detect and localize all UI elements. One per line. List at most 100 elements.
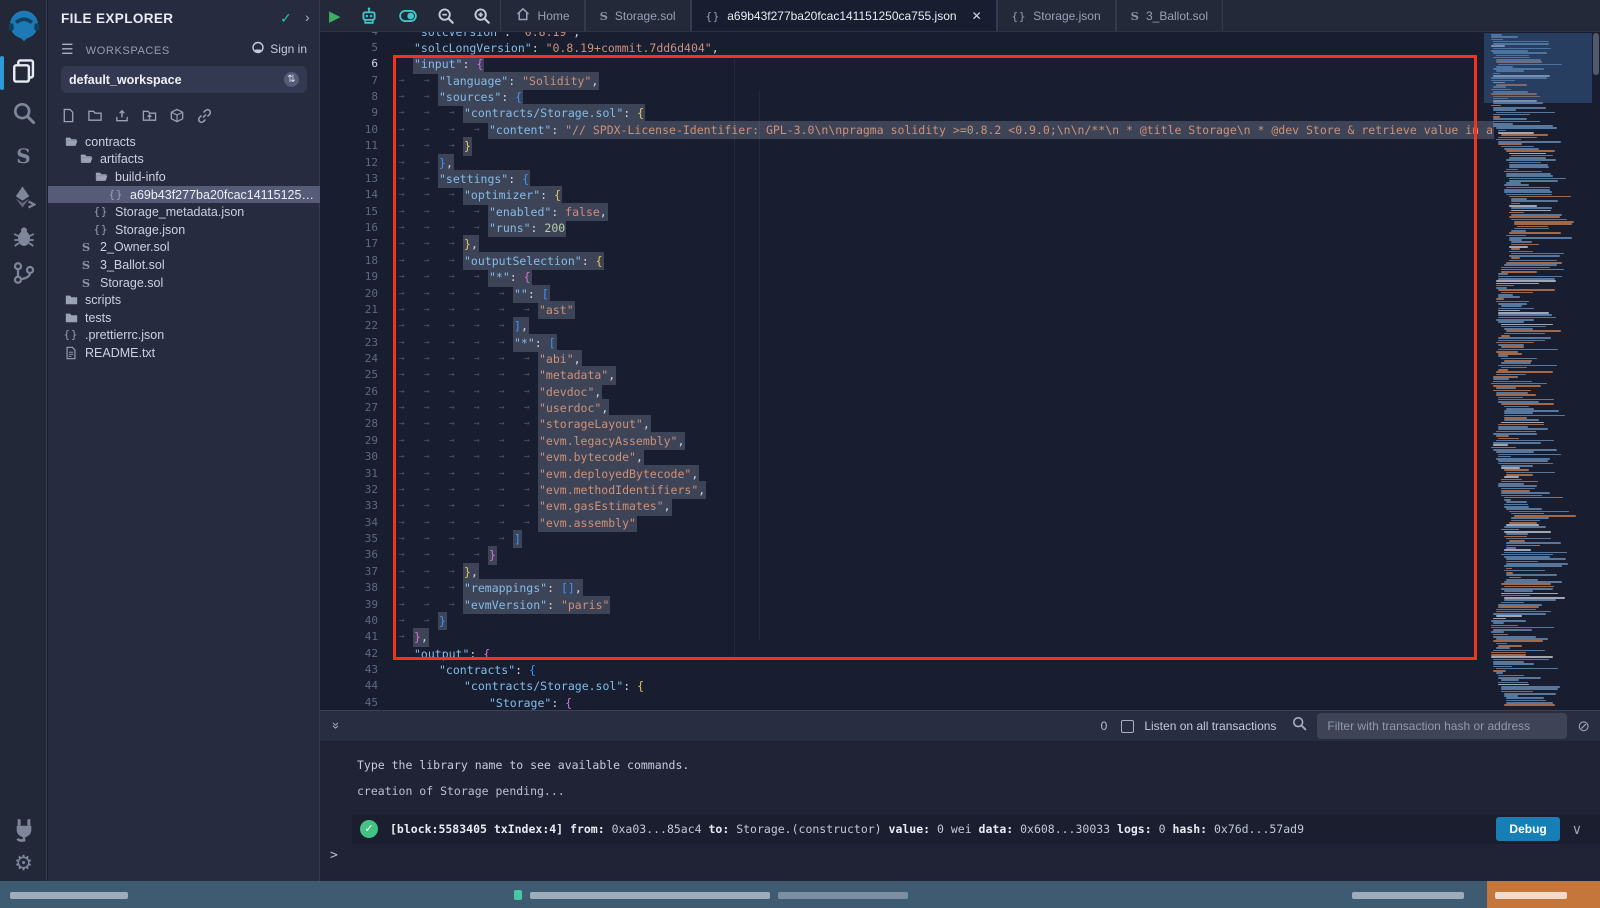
tree-item-tests[interactable]: tests (48, 309, 320, 327)
code-line-15[interactable]: 15→→→→"enabled": false, (320, 204, 1484, 220)
tree-item-readme-txt[interactable]: README.txt (48, 344, 320, 362)
code-line-27[interactable]: 27→→→→→→"userdoc", (320, 400, 1484, 416)
file-explorer-icon[interactable] (0, 56, 47, 86)
plugin-manager-icon[interactable] (0, 815, 47, 843)
code-line-43[interactable]: 43"contracts": { (320, 662, 1484, 678)
minimap-line (1501, 362, 1531, 364)
toggle-icon[interactable] (388, 0, 428, 31)
status-orange-badge[interactable] (1487, 881, 1600, 908)
tree-item-scripts[interactable]: scripts (48, 291, 320, 309)
code-line-33[interactable]: 33→→→→→→"evm.gasEstimates", (320, 498, 1484, 514)
tree-item--prettierrc-json[interactable]: {}.prettierrc.json (48, 327, 320, 345)
tab-home[interactable]: Home (500, 0, 585, 31)
sign-in-button[interactable]: Sign in (251, 41, 307, 57)
code-line-19[interactable]: 19→→→→"*": { (320, 269, 1484, 285)
terminal-prompt[interactable]: > (330, 848, 338, 863)
code-line-21[interactable]: 21→→→→→→"ast" (320, 302, 1484, 318)
workspace-selector[interactable]: default_workspace ⇅ (61, 66, 307, 93)
code-line-14[interactable]: 14→→→"optimizer": { (320, 187, 1484, 203)
deploy-run-icon[interactable] (0, 184, 47, 210)
code-line-35[interactable]: 35→→→→→] (320, 531, 1484, 547)
code-line-10[interactable]: 10→→→→"content": "// SPDX-License-Identi… (320, 122, 1484, 138)
code-line-18[interactable]: 18→→→"outputSelection": { (320, 253, 1484, 269)
code-line-17[interactable]: 17→→→}, (320, 236, 1484, 252)
code-line-13[interactable]: 13→→"settings": { (320, 171, 1484, 187)
code-line-36[interactable]: 36→→→→} (320, 547, 1484, 563)
close-tab-icon[interactable]: ✕ (972, 9, 982, 23)
vertical-scrollbar[interactable] (1593, 33, 1599, 75)
settings-icon[interactable]: ⚙ (0, 850, 47, 876)
code-line-25[interactable]: 25→→→→→→"metadata", (320, 367, 1484, 383)
expand-transaction-icon[interactable]: ∨ (1572, 821, 1582, 838)
solidity-compiler-icon[interactable]: S (0, 143, 47, 169)
new-file-icon[interactable] (61, 108, 76, 129)
debug-button[interactable]: Debug (1496, 817, 1559, 841)
code-line-23[interactable]: 23→→→→→"*": [ (320, 335, 1484, 351)
tree-item-storage-sol[interactable]: SStorage.sol (48, 274, 320, 292)
code-line-5[interactable]: 5"solcLongVersion": "0.8.19+commit.7dd6d… (320, 40, 1484, 56)
minimap-viewport[interactable] (1484, 33, 1592, 103)
chevron-right-icon[interactable]: › (305, 9, 310, 25)
code-line-34[interactable]: 34→→→→→→"evm.assembly" (320, 515, 1484, 531)
code-line-9[interactable]: 9→→→"contracts/Storage.sol": { (320, 105, 1484, 121)
tree-item-storage-metadata-json[interactable]: {}Storage_metadata.json (48, 203, 320, 221)
check-icon[interactable]: ✓ (280, 10, 292, 27)
git-icon[interactable] (0, 260, 47, 286)
code-line-12[interactable]: 12→→}, (320, 155, 1484, 171)
code-line-28[interactable]: 28→→→→→→"storageLayout", (320, 416, 1484, 432)
code-line-22[interactable]: 22→→→→→], (320, 318, 1484, 334)
code-line-42[interactable]: 42"output": { (320, 646, 1484, 662)
zoom-in-icon[interactable] (464, 0, 500, 31)
code-line-45[interactable]: 45"Storage": { (320, 695, 1484, 710)
tree-item-2-owner-sol[interactable]: S2_Owner.sol (48, 239, 320, 257)
tree-item-3-ballot-sol[interactable]: S3_Ballot.sol (48, 256, 320, 274)
code-line-7[interactable]: 7→→"language": "Solidity", (320, 73, 1484, 89)
tab-storage-json[interactable]: {}Storage.json (997, 0, 1116, 31)
code-line-6[interactable]: 6"input": { (320, 56, 1484, 72)
play-icon[interactable]: ▶ (320, 0, 350, 31)
tab-3-ballot-sol[interactable]: S3_Ballot.sol (1116, 0, 1223, 31)
code-line-16[interactable]: 16→→→→"runs": 200 (320, 220, 1484, 236)
zoom-out-icon[interactable] (428, 0, 464, 31)
tab-storage-sol[interactable]: SStorage.sol (585, 0, 691, 31)
new-folder-icon[interactable] (87, 108, 103, 129)
code-line-26[interactable]: 26→→→→→→"devdoc", (320, 384, 1484, 400)
remix-logo-icon[interactable] (0, 8, 47, 44)
workspace-switch-icon[interactable]: ⇅ (284, 72, 299, 87)
code-line-29[interactable]: 29→→→→→→"evm.legacyAssembly", (320, 433, 1484, 449)
tree-item-build-info[interactable]: build-info (48, 168, 320, 186)
code-line-40[interactable]: 40→→} (320, 613, 1484, 629)
code-line-8[interactable]: 8→→"sources": { (320, 89, 1484, 105)
code-line-30[interactable]: 30→→→→→→"evm.bytecode", (320, 449, 1484, 465)
transaction-filter-input[interactable] (1317, 713, 1567, 739)
ban-icon[interactable]: ⊘ (1577, 717, 1590, 735)
robot-icon[interactable] (350, 0, 388, 31)
upload-folder-icon[interactable] (141, 108, 158, 129)
collapse-terminal-icon[interactable]: « (327, 723, 342, 728)
tree-item-artifacts[interactable]: artifacts (48, 151, 320, 169)
tree-item-storage-json[interactable]: {}Storage.json (48, 221, 320, 239)
code-line-31[interactable]: 31→→→→→→"evm.deployedBytecode", (320, 466, 1484, 482)
listen-all-transactions-checkbox[interactable] (1121, 720, 1134, 733)
code-line-37[interactable]: 37→→→}, (320, 564, 1484, 580)
tree-item-contracts[interactable]: contracts (48, 133, 320, 151)
tree-item-a69b43f277ba20fcac141151250ca7-[interactable]: {}a69b43f277ba20fcac141151250ca7... (48, 186, 320, 204)
hamburger-menu-icon[interactable]: ☰ (61, 41, 74, 57)
code-line-39[interactable]: 39→→→"evmVersion": "paris" (320, 597, 1484, 613)
code-line-38[interactable]: 38→→→"remappings": [], (320, 580, 1484, 596)
cube-icon[interactable] (169, 108, 185, 129)
code-line-41[interactable]: 41→}, (320, 629, 1484, 645)
code-editor[interactable]: 4"solcVersion": "0.8.19",5"solcLongVersi… (320, 0, 1484, 710)
code-line-11[interactable]: 11→→→} (320, 138, 1484, 154)
transaction-log-row[interactable]: ✓ [block:5583405 txIndex:4] from: 0xa03.… (352, 814, 1600, 844)
link-icon[interactable] (196, 108, 213, 129)
search-icon[interactable] (0, 100, 47, 126)
code-line-44[interactable]: 44"contracts/Storage.sol": { (320, 678, 1484, 694)
tab-a69b43f277ba20fcac141151250ca755-json[interactable]: {}a69b43f277ba20fcac141151250ca755.json✕ (691, 0, 997, 31)
code-line-24[interactable]: 24→→→→→→"abi", (320, 351, 1484, 367)
code-line-20[interactable]: 20→→→→→"": [ (320, 286, 1484, 302)
upload-file-icon[interactable] (114, 108, 130, 129)
debugger-icon[interactable] (0, 224, 47, 250)
minimap[interactable] (1484, 32, 1592, 710)
code-line-32[interactable]: 32→→→→→→"evm.methodIdentifiers", (320, 482, 1484, 498)
